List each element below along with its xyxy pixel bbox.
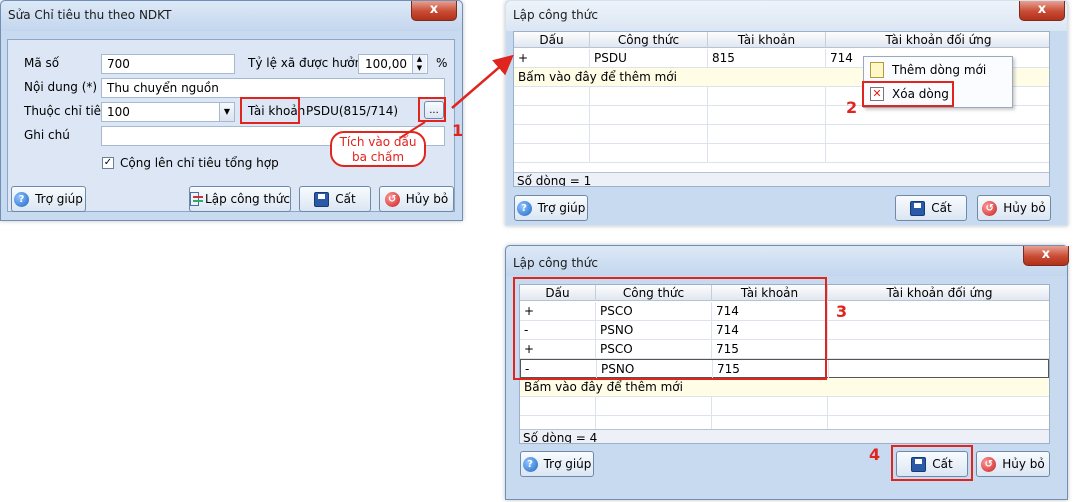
title-bar: Lập công thức x bbox=[506, 1, 1067, 31]
help-icon: ? bbox=[516, 200, 532, 216]
cell-doi-ung[interactable] bbox=[828, 340, 1049, 359]
highlight-delete-row bbox=[862, 81, 954, 107]
save-button[interactable]: Cất bbox=[895, 195, 967, 221]
dialog-title: Lập công thức bbox=[513, 256, 598, 270]
cancel-button[interactable]: ↺ Hủy bỏ bbox=[976, 451, 1050, 477]
cancel-button[interactable]: ↺ Hủy bỏ bbox=[977, 195, 1051, 221]
ma-so-input[interactable]: 700 bbox=[101, 54, 235, 74]
save-button[interactable]: Cất bbox=[299, 186, 371, 212]
save-icon bbox=[910, 200, 926, 216]
close-button[interactable]: x bbox=[411, 1, 457, 21]
row-count: Số dòng = 4 bbox=[523, 431, 598, 444]
help-icon: ? bbox=[522, 456, 538, 472]
cancel-button[interactable]: ↺ Hủy bỏ bbox=[379, 186, 454, 212]
col-cong-thuc[interactable]: Công thức bbox=[590, 32, 708, 48]
col-doi-ung[interactable]: Tài khoản đối ứng bbox=[826, 32, 1049, 48]
save-label: Cất bbox=[335, 192, 356, 206]
empty-row bbox=[514, 125, 1049, 144]
col-tai-khoan[interactable]: Tài khoản bbox=[708, 32, 826, 48]
cancel-icon: ↺ bbox=[982, 200, 998, 216]
cell-doi-ung[interactable] bbox=[828, 321, 1049, 340]
step-number-4: 4 bbox=[869, 445, 881, 464]
empty-row bbox=[520, 397, 1049, 416]
add-row-icon bbox=[870, 62, 884, 78]
formula-label: Lập công thức bbox=[205, 192, 290, 206]
col-doi-ung[interactable]: Tài khoản đối ứng bbox=[828, 285, 1049, 301]
cancel-label: Hủy bỏ bbox=[1003, 201, 1046, 215]
help-label: Trợ giúp bbox=[537, 201, 586, 215]
thuoc-chi-tieu-label: Thuộc chỉ tiêu bbox=[24, 104, 109, 118]
step-number-1: 1 bbox=[452, 121, 464, 140]
edit-indicator-dialog: Sửa Chỉ tiêu thu theo NDKT x Mã số 700 T… bbox=[0, 0, 463, 221]
title-bar: Lập công thức x bbox=[506, 246, 1069, 276]
cancel-label: Hủy bỏ bbox=[405, 192, 449, 206]
step-number-2: 2 bbox=[846, 98, 858, 117]
help-icon: ? bbox=[14, 191, 30, 207]
dialog-title: Sửa Chỉ tiêu thu theo NDKT bbox=[8, 8, 172, 22]
new-row[interactable]: Bấm vào đây để thêm mới bbox=[520, 378, 1049, 397]
formula-grid: Dấu Công thức Tài khoản Tài khoản đối ứn… bbox=[513, 31, 1050, 187]
formula-icon bbox=[190, 192, 204, 206]
spinner-arrows[interactable]: ▲ ▼ bbox=[412, 55, 426, 73]
step-number-3: 3 bbox=[836, 302, 848, 321]
highlight-rows bbox=[513, 277, 827, 380]
menu-add-row-label: Thêm dòng mới bbox=[892, 63, 987, 77]
formula-dialog-1: Lập công thức x Dấu Công thức Tài khoản … bbox=[505, 0, 1068, 226]
close-button[interactable]: x bbox=[1019, 1, 1065, 21]
tai-khoan-value: PSDU(815/714) bbox=[306, 104, 399, 118]
formula-button[interactable]: Lập công thức bbox=[189, 186, 291, 212]
title-bar: Sửa Chỉ tiêu thu theo NDKT x bbox=[1, 1, 462, 31]
grid-footer: Số dòng = 4 bbox=[520, 429, 1049, 444]
row-count: Số dòng = 1 bbox=[517, 174, 592, 187]
save-label: Cất bbox=[931, 201, 952, 215]
noi-dung-input[interactable]: Thu chuyển nguồn bbox=[101, 78, 445, 98]
new-row-text[interactable]: Bấm vào đây để thêm mới bbox=[514, 68, 814, 87]
save-icon bbox=[314, 191, 330, 207]
tong-hop-checkbox[interactable]: ✓ bbox=[102, 157, 114, 169]
callout-bubble: Tích vào dấu ba chấm bbox=[330, 131, 426, 167]
help-button[interactable]: ? Trợ giúp bbox=[520, 451, 594, 477]
cell-dau[interactable]: + bbox=[514, 49, 590, 68]
help-button[interactable]: ? Trợ giúp bbox=[514, 195, 588, 221]
callout-text: Tích vào dấu ba chấm bbox=[339, 135, 417, 164]
ty-le-label: Tỷ lệ xã được hưởng bbox=[248, 56, 370, 70]
new-row-text[interactable]: Bấm vào đây để thêm mới bbox=[520, 378, 820, 397]
tong-hop-checkbox-label: Cộng lên chỉ tiêu tổng hợp bbox=[120, 156, 279, 170]
ghi-chu-label: Ghi chú bbox=[24, 128, 70, 142]
menu-item-add-row[interactable]: Thêm dòng mới bbox=[866, 59, 1010, 81]
noi-dung-label: Nội dung (*) bbox=[24, 80, 98, 94]
cell-doi-ung[interactable] bbox=[829, 360, 1049, 379]
highlight-ellipsis bbox=[418, 97, 446, 122]
chevron-down-icon[interactable]: ▼ bbox=[219, 103, 234, 121]
highlight-save bbox=[891, 445, 973, 481]
cancel-icon: ↺ bbox=[981, 456, 997, 472]
help-label: Trợ giúp bbox=[35, 192, 83, 206]
cancel-icon: ↺ bbox=[384, 191, 400, 207]
dialog-title: Lập công thức bbox=[513, 8, 598, 22]
thuoc-chi-tieu-select[interactable]: 100 bbox=[101, 102, 235, 122]
cell-cong-thuc[interactable]: PSDU bbox=[590, 49, 708, 68]
cell-tai-khoan[interactable]: 815 bbox=[708, 49, 826, 68]
grid-footer: Số dòng = 1 bbox=[514, 172, 1049, 187]
cancel-label: Hủy bỏ bbox=[1002, 457, 1045, 471]
ma-so-label: Mã số bbox=[24, 56, 60, 70]
cell-doi-ung[interactable] bbox=[828, 302, 1049, 321]
highlight-tai-khoan bbox=[240, 97, 300, 124]
grid-header: Dấu Công thức Tài khoản Tài khoản đối ứn… bbox=[514, 32, 1049, 48]
empty-row bbox=[514, 144, 1049, 163]
percent-sign: % bbox=[436, 56, 448, 70]
close-button[interactable]: x bbox=[1023, 246, 1069, 266]
col-dau[interactable]: Dấu bbox=[514, 32, 590, 48]
help-button[interactable]: ? Trợ giúp bbox=[11, 186, 86, 212]
help-label: Trợ giúp bbox=[543, 457, 592, 471]
empty-row bbox=[514, 106, 1049, 125]
